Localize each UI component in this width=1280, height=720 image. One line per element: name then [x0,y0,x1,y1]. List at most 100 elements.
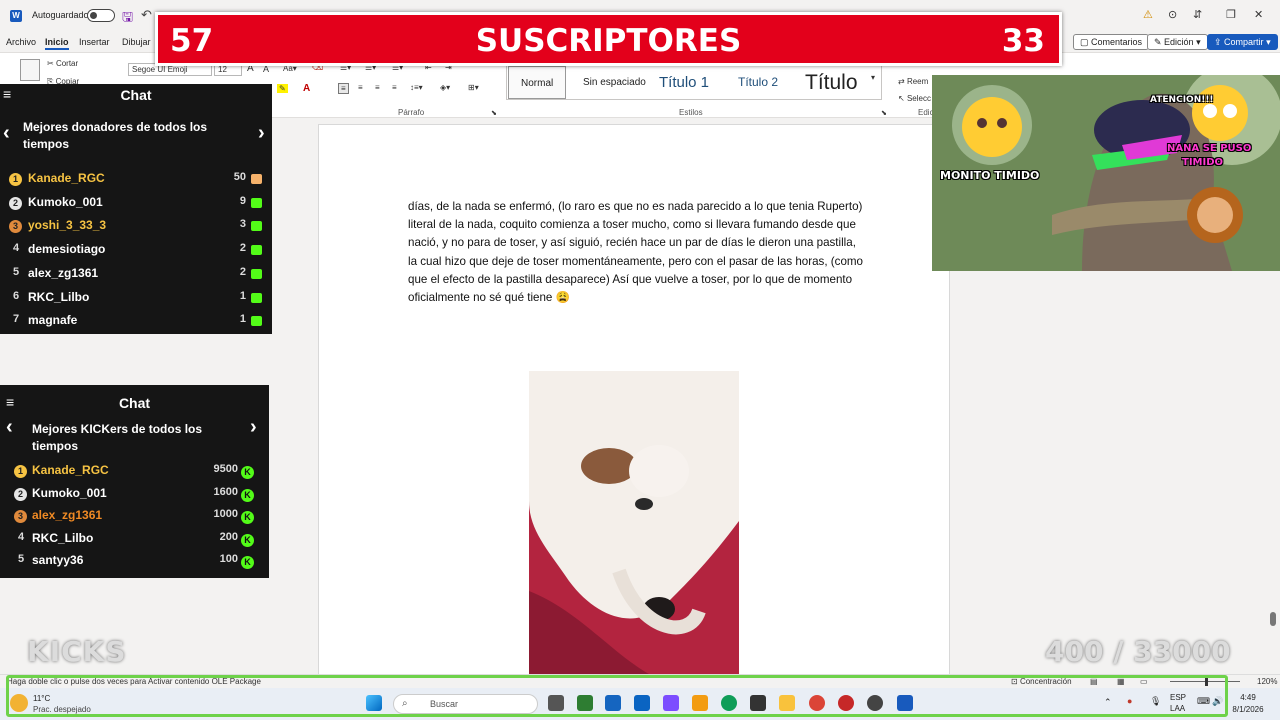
warning-icon[interactable]: ⚠ [1143,8,1153,21]
leaderboard-row: 3 yoshi_3_33_3 3 [0,218,272,240]
styles-group-label: Estilos [679,108,703,117]
leaderboard-value: 2 [239,265,246,278]
caption-monito: MONITO TIMIDO [940,169,1040,182]
leaderboard-username[interactable]: RKC_Lilbo [32,531,93,545]
clock-time[interactable]: 4:49 [1224,693,1272,702]
leaderboard-row: 4 demesiotiago 2 [0,242,272,264]
leaderboard-username[interactable]: demesiotiago [28,242,105,256]
kick-coin-icon: K [241,466,254,479]
leaderboard-username[interactable]: Kumoko_001 [32,486,107,500]
prev-arrow-icon[interactable]: ‹ [3,122,10,145]
leaderboard-row: 7 magnafe 1 [0,313,272,335]
leaderboard-username[interactable]: magnafe [28,313,77,327]
tab-dibujar[interactable]: Dibujar [122,37,151,47]
leaderboard-username[interactable]: Kumoko_001 [28,195,103,209]
replace-button[interactable]: ⇄ Reem [898,77,928,86]
dog-photo[interactable] [529,371,739,674]
style-heading-2[interactable]: Título 2 [738,66,778,99]
leaderboard-username[interactable]: Kanade_RGC [32,463,109,477]
align-right-icon[interactable]: ≡ [375,83,380,92]
next-arrow-icon[interactable]: › [250,416,257,439]
paragraph-launcher-icon[interactable]: ⬊ [491,109,497,117]
rank-number: 4 [17,530,25,543]
kicks-goal-label: KICKS [27,635,127,668]
next-arrow-icon[interactable]: › [258,122,265,145]
clock-date[interactable]: 8/1/2026 [1224,705,1272,714]
font-color-icon[interactable]: A [303,83,310,94]
leaderboard-row: 2 Kumoko_001 9 [0,195,272,217]
leaderboard-value: 3 [239,218,246,231]
undo-icon[interactable]: ↶ [141,7,152,23]
select-button[interactable]: ↖ Selecc [898,94,931,103]
style-title[interactable]: Título [805,66,858,99]
vertical-scrollbar[interactable] [1270,612,1276,626]
line-spacing-icon[interactable]: ↕≡▾ [410,83,423,92]
shading-icon[interactable]: ◈▾ [440,83,450,92]
style-normal[interactable]: Normal [508,66,567,99]
borders-icon[interactable]: ⊞▾ [468,83,479,92]
rank-medal-icon: 2 [14,487,27,501]
share-button[interactable]: ⇪ Compartir ▾ [1207,34,1278,50]
leaderboard-row: 6 RKC_Lilbo 1 [0,290,272,312]
donors-panel: ≡ Chat ‹ Mejores donadores de todos los … [0,84,272,334]
rank-medal-icon: 1 [14,465,27,478]
prev-arrow-icon[interactable]: ‹ [6,416,13,439]
kick-coin-icon: K [241,556,254,569]
subscriber-right-count: 33 [1001,23,1045,59]
close-icon[interactable]: ✕ [1254,8,1263,21]
rank-number: 6 [12,289,20,302]
style-no-spacing[interactable]: Sin espaciado [583,66,646,99]
account-icon[interactable]: ⊙ [1168,8,1177,21]
tab-archivo[interactable]: Archivo [6,37,36,47]
styles-more-icon[interactable]: ▾ [871,73,875,82]
kick-coin-icon: K [241,488,254,502]
rank-number: 5 [17,553,25,565]
restore-icon[interactable]: ❐ [1226,8,1236,21]
align-left-icon[interactable]: ≡ [338,83,349,94]
comments-button[interactable]: ▢ Comentarios [1073,34,1150,50]
document-paragraph[interactable]: días, de la nada se enfermó, (lo raro es… [408,198,868,307]
align-center-icon[interactable]: ≡ [358,83,363,92]
leaderboard-value: 1000 [213,508,238,520]
leaderboard-username[interactable]: RKC_Lilbo [28,290,89,304]
gift-icon [251,174,262,184]
leaderboard-row: 5 santyy36 100 K [0,553,269,575]
styles-launcher-icon[interactable]: ⬊ [881,109,887,117]
leaderboard-username[interactable]: yoshi_3_33_3 [28,218,106,232]
leaderboard-username[interactable]: santyy36 [32,553,83,567]
gift-icon [251,268,262,279]
save-icon[interactable]: 🖫 [122,8,133,30]
leaderboard-value: 2 [239,242,246,255]
leaderboard-value: 200 [219,530,238,543]
leaderboard-value: 9 [239,194,246,207]
gift-icon [251,316,262,327]
gift-icon [251,197,262,208]
style-heading-1[interactable]: Título 1 [659,66,709,99]
leaderboard-value: 1600 [213,485,238,498]
leaderboard-username[interactable]: alex_zg1361 [28,266,98,280]
kickers-panel: ≡ Chat ‹ Mejores KICKers de todos los ti… [0,385,269,578]
autosave-toggle[interactable] [87,9,115,22]
justify-icon[interactable]: ≡ [392,83,397,92]
cut-button[interactable]: ✂ Cortar [47,59,78,68]
edit-mode-button[interactable]: ✎ Edición ▾ [1147,34,1208,50]
subscriber-banner: 57 SUSCRIPTORES 33 [155,12,1062,66]
comments-label: Comentarios [1091,37,1143,47]
zoom-level[interactable]: 120% [1257,677,1277,686]
share-label: Compartir [1224,37,1264,47]
rank-number: 7 [12,313,20,326]
ribbon-display-icon[interactable]: ⇵ [1193,8,1202,21]
tab-inicio[interactable]: Inicio [45,37,69,50]
highlight-icon[interactable]: ✎ [277,84,288,93]
kick-coin-icon: K [241,511,254,524]
paste-icon[interactable] [20,59,40,81]
leaderboard-row: 2 Kumoko_001 1600 K [0,486,269,508]
tab-insertar[interactable]: Insertar [79,37,110,47]
word-logo-icon: W [10,10,22,22]
leaderboard-row: 5 alex_zg1361 2 [0,266,272,288]
leaderboard-username[interactable]: Kanade_RGC [28,171,105,185]
rank-number: 4 [12,242,20,255]
leaderboard-username[interactable]: alex_zg1361 [32,508,102,522]
cut-label: Cortar [55,59,79,68]
leaderboard-value: 1 [239,289,246,302]
